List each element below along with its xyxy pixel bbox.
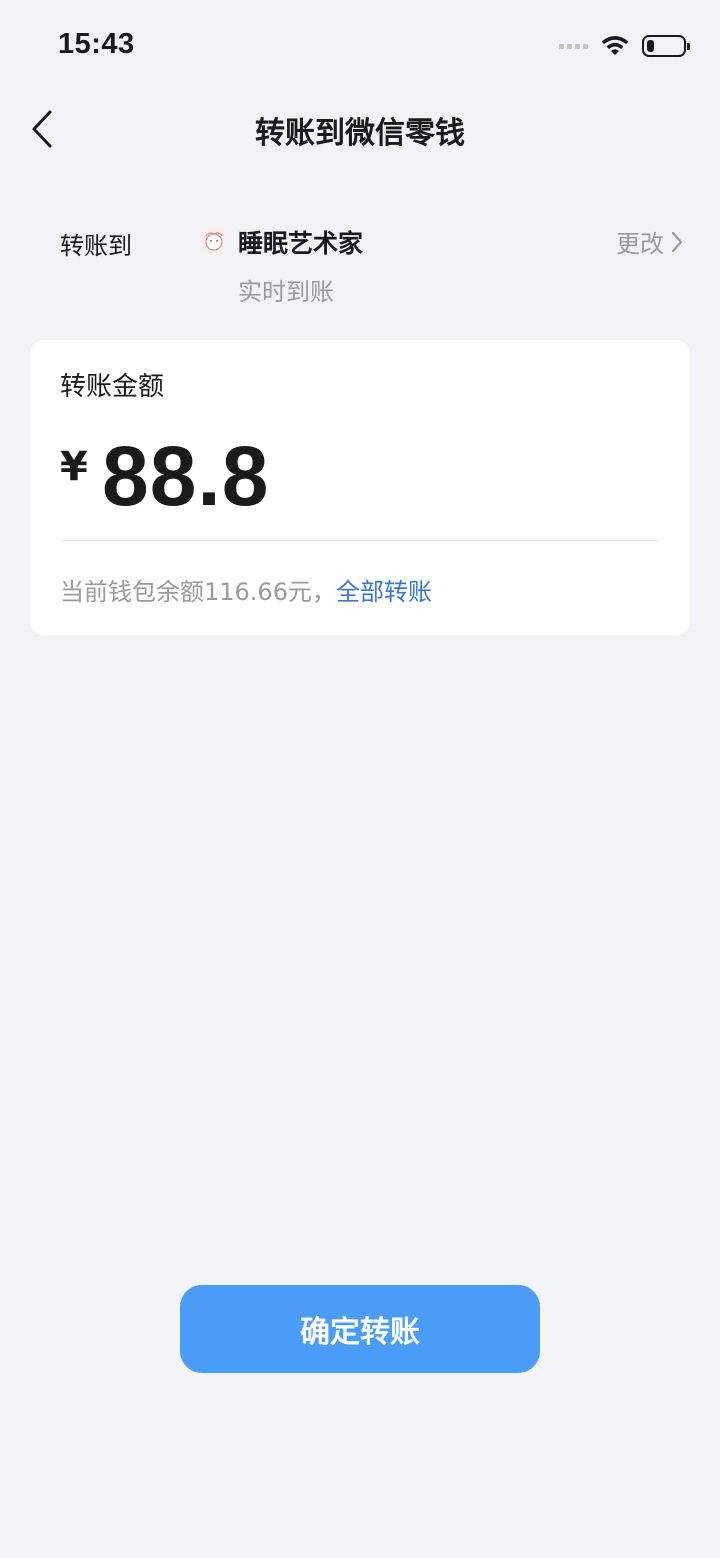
currency-symbol: ¥ [60, 444, 88, 490]
amount-label: 转账金额 [60, 372, 165, 402]
navigation-bar: 转账到微信零钱 [0, 92, 720, 166]
wallet-balance-text: 当前钱包余额116.66元， [60, 578, 336, 606]
balance-row: 当前钱包余额116.66元，全部转账 [60, 572, 432, 607]
amount-input[interactable]: 88.8 [102, 428, 270, 525]
change-label: 更改 [616, 230, 664, 258]
status-bar: 15:43 [0, 0, 720, 92]
transfer-all-link[interactable]: 全部转账 [336, 578, 432, 606]
battery-icon [642, 35, 690, 57]
wifi-icon [601, 36, 629, 55]
recipient-row: 转账到 睡眠艺术家 实时到账 更改 [0, 210, 720, 310]
status-icons [559, 30, 690, 62]
chevron-right-icon [671, 231, 683, 252]
confirm-transfer-button[interactable]: 确定转账 [180, 1285, 540, 1373]
divider [60, 540, 660, 541]
page-title: 转账到微信零钱 [255, 116, 465, 151]
status-time: 15:43 [58, 28, 135, 60]
signal-icon [559, 43, 588, 49]
avatar [200, 227, 228, 255]
arrival-time-note: 实时到账 [238, 278, 334, 306]
change-recipient-button[interactable]: 更改 [616, 224, 684, 259]
battery-level [647, 40, 654, 52]
recipient-name: 睡眠艺术家 [238, 229, 364, 258]
recipient-label: 转账到 [60, 232, 132, 260]
amount-card: 转账金额 ¥ 88.8 当前钱包余额116.66元，全部转账 [30, 340, 690, 635]
